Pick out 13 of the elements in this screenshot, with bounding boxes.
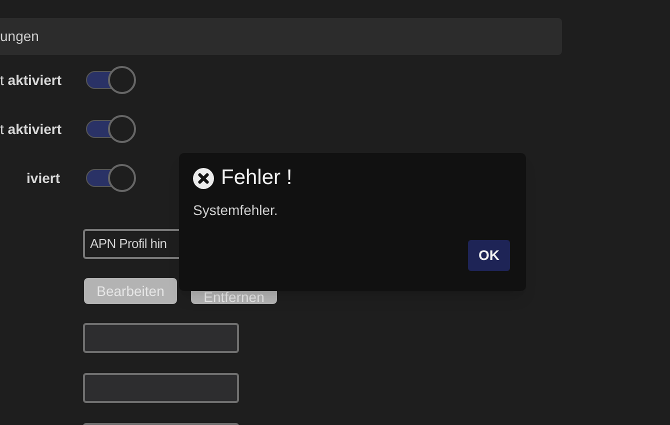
dialog-title: Fehler ! — [221, 166, 292, 190]
toggle-label: iviert — [26, 168, 60, 188]
toggle-switch[interactable] — [86, 115, 136, 143]
section-title: ungen — [0, 27, 39, 46]
input-field[interactable] — [83, 323, 239, 353]
error-icon — [193, 168, 214, 188]
input-field[interactable] — [83, 373, 239, 403]
toggle-label: t aktiviert — [0, 70, 60, 90]
dialog-message: Systemfehler. — [193, 201, 279, 220]
toggle-label: t aktiviert — [0, 120, 60, 138]
toggle-switch[interactable] — [86, 164, 136, 192]
ok-button[interactable]: OK — [468, 240, 510, 271]
toggle-switch[interactable] — [86, 66, 136, 94]
